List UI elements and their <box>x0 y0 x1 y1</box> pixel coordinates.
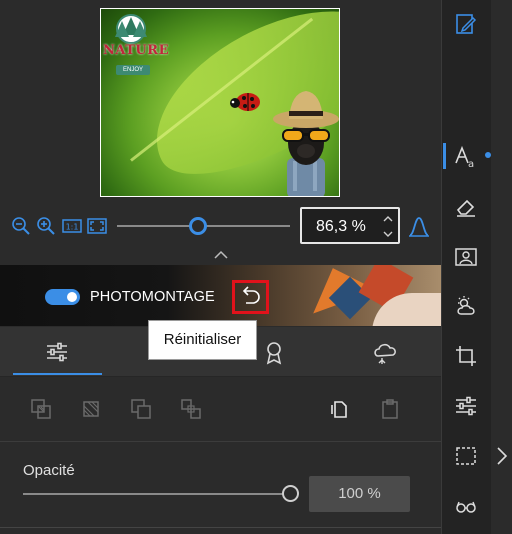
zoom-value: 86,3 % <box>316 218 366 235</box>
nature-logo: NATURE ENJOY <box>103 11 168 77</box>
copy-icon[interactable] <box>330 398 352 420</box>
expand-chevron-icon[interactable] <box>495 446 509 466</box>
fit-to-screen-icon[interactable] <box>87 216 107 236</box>
tab-adjustments[interactable] <box>45 340 69 364</box>
zoom-in-icon[interactable] <box>36 216 56 236</box>
sliders-icon <box>47 342 67 362</box>
reset-tooltip: Réinitialiser <box>148 320 257 360</box>
active-dot <box>485 152 491 158</box>
tab-badges[interactable] <box>262 340 286 366</box>
photo-preview[interactable]: NATURE ENJOY <box>100 8 340 197</box>
weather-icon[interactable] <box>454 294 478 318</box>
actual-size-icon[interactable]: 1:1 <box>62 216 82 236</box>
bring-forward-icon[interactable] <box>130 398 152 420</box>
logo-text: NATURE <box>103 43 169 58</box>
zoom-value-field[interactable]: 86,3 % <box>300 207 400 244</box>
tab-effects[interactable] <box>373 340 399 366</box>
merge-down-icon[interactable] <box>30 398 52 420</box>
badge-icon <box>266 342 282 365</box>
opacity-slider-thumb[interactable] <box>282 485 299 502</box>
portrait-icon[interactable] <box>454 245 478 269</box>
svg-text:1:1: 1:1 <box>66 223 79 232</box>
crop-icon[interactable] <box>454 344 478 368</box>
glasses-icon[interactable] <box>454 494 478 518</box>
toggle-knob <box>67 292 77 302</box>
paste-icon[interactable] <box>379 398 401 420</box>
opacity-slider-track[interactable] <box>23 493 285 495</box>
zoom-up-icon[interactable] <box>382 213 394 225</box>
banner-title: PHOTOMONTAGE <box>90 289 215 305</box>
zoom-down-icon[interactable] <box>382 228 394 240</box>
logo-subtext: ENJOY <box>116 65 150 75</box>
selection-icon[interactable] <box>454 444 478 468</box>
opacity-label: Opacité <box>23 462 75 479</box>
text-tool-icon[interactable]: a <box>454 145 478 169</box>
opacity-value[interactable]: 100 % <box>309 476 410 512</box>
collapse-chevron-icon[interactable] <box>213 250 229 260</box>
divider <box>0 441 441 442</box>
active-tool-indicator <box>443 143 446 169</box>
eraser-icon[interactable] <box>454 195 478 219</box>
svg-text:a: a <box>468 159 474 169</box>
photomontage-toggle[interactable] <box>45 289 80 305</box>
divider <box>0 527 441 528</box>
send-backward-icon[interactable] <box>180 398 202 420</box>
histogram-icon[interactable] <box>407 214 431 238</box>
pug-with-hat <box>269 83 339 196</box>
zoom-out-icon[interactable] <box>11 216 31 236</box>
merge-layers-icon[interactable] <box>80 398 102 420</box>
adjustments-icon[interactable] <box>454 394 478 418</box>
effects-icon <box>374 343 396 364</box>
ladybug <box>229 89 261 113</box>
zoom-slider-thumb[interactable] <box>189 217 207 235</box>
edit-icon[interactable] <box>454 12 478 36</box>
active-tab-indicator <box>13 373 102 375</box>
undo-icon <box>242 286 260 304</box>
reset-button[interactable] <box>232 280 269 314</box>
